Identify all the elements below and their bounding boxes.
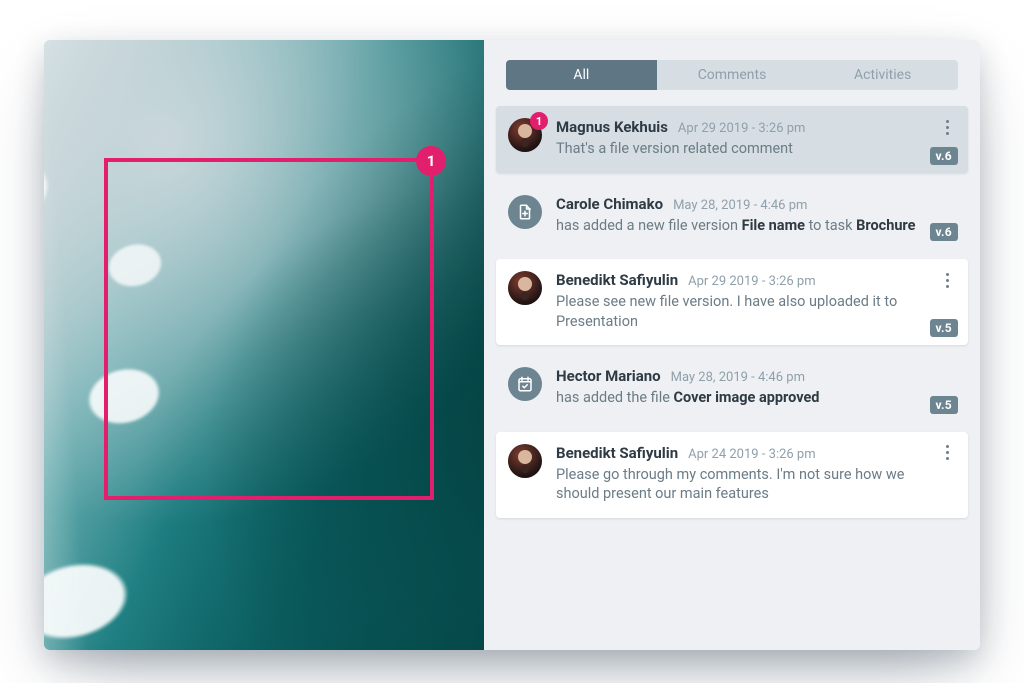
- avatar-badge: 1: [530, 112, 548, 130]
- feed-item: Carole Chimako May 28, 2019 - 4:46 pm ha…: [496, 183, 968, 250]
- item-menu-button[interactable]: [936, 114, 958, 140]
- tab-all[interactable]: All: [506, 60, 657, 90]
- activity-panel: All Comments Activities 1 Magnus Kekhuis…: [484, 40, 980, 650]
- feed-list: 1 Magnus Kekhuis Apr 29 2019 - 3:26 pm T…: [484, 106, 980, 650]
- activity-body: has added a new file version File name t…: [556, 216, 920, 236]
- activity-body: has added the file Cover image approved: [556, 388, 920, 408]
- timestamp: May 28, 2019 - 4:46 pm: [671, 370, 805, 385]
- timestamp: Apr 24 2019 - 3:26 pm: [688, 447, 816, 462]
- timestamp: Apr 29 2019 - 3:26 pm: [688, 274, 816, 289]
- avatar: [508, 444, 542, 478]
- author-name: Benedikt Safiyulin: [556, 444, 678, 462]
- feed-item[interactable]: Benedikt Safiyulin Apr 24 2019 - 3:26 pm…: [496, 432, 968, 518]
- annotation-rectangle[interactable]: 1: [104, 158, 434, 500]
- calendar-check-icon: [508, 367, 542, 401]
- feed-item: Hector Mariano May 28, 2019 - 4:46 pm ha…: [496, 355, 968, 422]
- item-menu-button[interactable]: [936, 267, 958, 293]
- annotation-badge: 1: [416, 146, 446, 176]
- comment-body: Please go through my comments. I'm not s…: [556, 465, 920, 504]
- tab-comments[interactable]: Comments: [657, 60, 808, 90]
- feed-item[interactable]: 1 Magnus Kekhuis Apr 29 2019 - 3:26 pm T…: [496, 106, 968, 173]
- item-menu-button[interactable]: [936, 440, 958, 466]
- comment-body: Please see new file version. I have also…: [556, 292, 920, 331]
- feed-item[interactable]: Benedikt Safiyulin Apr 29 2019 - 3:26 pm…: [496, 259, 968, 345]
- version-badge: v.5: [930, 396, 958, 414]
- author-name: Magnus Kekhuis: [556, 118, 668, 136]
- timestamp: Apr 29 2019 - 3:26 pm: [678, 121, 806, 136]
- version-badge: v.5: [930, 319, 958, 337]
- tab-activities[interactable]: Activities: [807, 60, 958, 90]
- app-window: 1 All Comments Activities 1 Magnus Kekhu…: [44, 40, 980, 650]
- comment-body: That's a file version related comment: [556, 139, 920, 159]
- author-name: Carole Chimako: [556, 195, 663, 213]
- version-badge: v.6: [930, 223, 958, 241]
- image-preview[interactable]: 1: [44, 40, 484, 650]
- timestamp: May 28, 2019 - 4:46 pm: [673, 198, 807, 213]
- file-plus-icon: [508, 195, 542, 229]
- avatar: [508, 271, 542, 305]
- feed-tabs: All Comments Activities: [506, 60, 958, 90]
- author-name: Hector Mariano: [556, 367, 661, 385]
- version-badge: v.6: [930, 147, 958, 165]
- author-name: Benedikt Safiyulin: [556, 271, 678, 289]
- avatar: 1: [508, 118, 542, 152]
